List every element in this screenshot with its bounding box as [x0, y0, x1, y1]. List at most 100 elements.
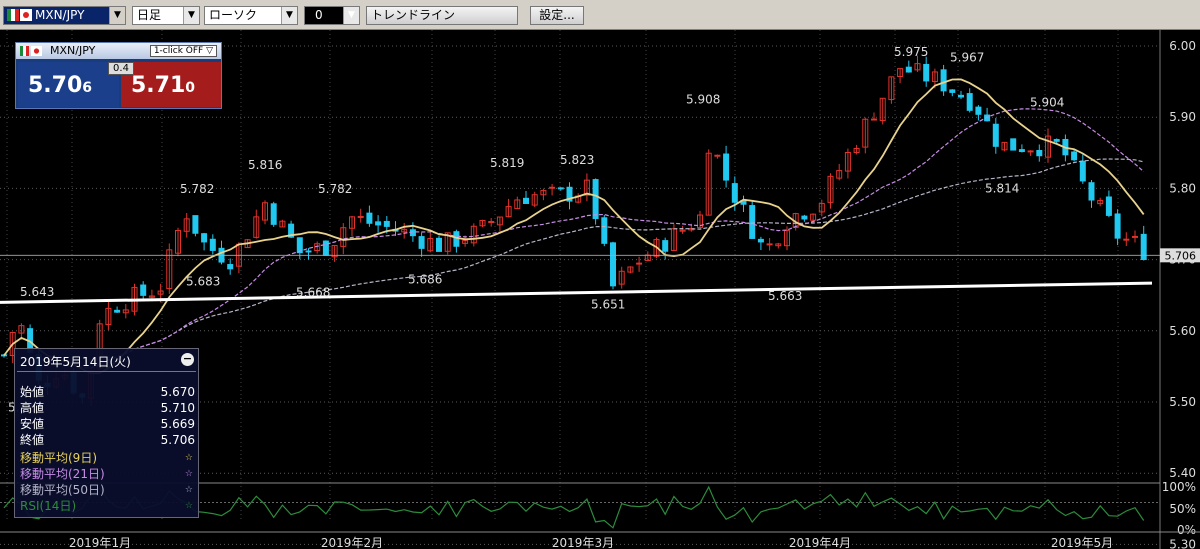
rsi-axis-label: 100% [1162, 480, 1196, 494]
price-annotation: 5.975 [894, 45, 928, 59]
candle-body [714, 154, 721, 157]
settings-button[interactable]: 設定... [530, 6, 584, 25]
candle-body [1053, 139, 1060, 142]
drawing-tool-button[interactable]: トレンドライン [366, 6, 518, 25]
price-axis-label: 5.30 [1169, 537, 1196, 549]
pair-select[interactable]: MXN/JPY ▼ [3, 6, 126, 25]
info-row-high: 高値 5.710 [20, 401, 195, 416]
candle-body [766, 243, 773, 246]
price-annotation: 5.643 [20, 285, 54, 299]
candle-body [1123, 238, 1130, 241]
candle-body [801, 215, 808, 220]
price-annotation: 5.782 [318, 182, 352, 196]
line-width-select-label: 0 [315, 8, 323, 22]
info-label: 高値 [20, 401, 45, 415]
candle-body [975, 106, 982, 115]
candle-body [905, 66, 912, 73]
chevron-down-icon: ▼ [183, 7, 199, 24]
candle-body [731, 183, 738, 203]
ask-price-main: 5.71 [131, 73, 186, 98]
candle-body [488, 220, 495, 223]
candle-body [375, 221, 382, 226]
info-label: 移動平均(21日) [20, 467, 105, 481]
spread-badge: 0.4 [108, 62, 134, 75]
info-row-rsi: RSI(14日) ☆ [20, 499, 195, 514]
star-icon[interactable]: ☆ [185, 499, 193, 514]
candle-body [357, 215, 364, 218]
info-row-close: 終値 5.706 [20, 433, 195, 448]
line-width-select[interactable]: 0 ▼ [304, 6, 360, 25]
date-axis-label: 2019年1月 [69, 536, 131, 549]
info-label: 移動平均(9日) [20, 451, 97, 465]
info-row-ma9: 移動平均(9日) ☆ [20, 451, 195, 466]
date-axis-label: 2019年5月 [1051, 536, 1113, 549]
rsi-axis-label: 0% [1177, 523, 1196, 537]
ask-button[interactable]: 5.710 [121, 62, 221, 107]
price-axis-label: 5.50 [1169, 395, 1196, 409]
star-icon[interactable]: ☆ [185, 467, 193, 482]
candle-body [366, 212, 373, 224]
candle-body [296, 237, 303, 254]
info-value: 5.710 [160, 401, 195, 415]
price-axis-label: 5.80 [1169, 181, 1196, 195]
collapse-icon[interactable]: − [181, 353, 194, 366]
date-axis-label: 2019年2月 [321, 536, 383, 549]
candle-body [958, 94, 964, 98]
candle-body [305, 250, 312, 253]
mexico-japan-flag-icon [20, 46, 42, 56]
candle-body [1140, 233, 1147, 261]
candle-body [209, 238, 216, 251]
ohlc-info-panel: 2019年5月14日(火) − 始値 5.670 高値 5.710 安値 5.669 … [14, 348, 199, 518]
candle-body [966, 93, 973, 111]
price-annotation: 5.819 [490, 156, 524, 170]
quote-panel: MXN/JPY 1-click OFF ▽ 0.4 5.706 5.710 [15, 42, 222, 109]
divider [17, 371, 196, 372]
candle-body [923, 63, 930, 82]
candle-body [1027, 150, 1034, 153]
price-annotation: 5.908 [686, 93, 720, 107]
period-select[interactable]: 日足 ▼ [132, 6, 200, 25]
star-icon[interactable]: ☆ [185, 483, 193, 498]
chevron-down-icon: ▼ [281, 7, 297, 24]
info-value: 5.669 [160, 417, 195, 431]
candle-body [992, 123, 999, 147]
date-axis-label: 2019年4月 [789, 536, 851, 549]
date-axis-label: 2019年3月 [552, 536, 614, 549]
bid-button[interactable]: 5.706 [18, 62, 119, 107]
price-annotation: 5.823 [560, 153, 594, 167]
price-annotation: 5.814 [985, 181, 1019, 195]
star-icon[interactable]: ☆ [185, 451, 193, 466]
current-price-label: 5.706 [1165, 249, 1197, 262]
candle-body [383, 220, 390, 227]
candle-body [1105, 196, 1112, 216]
info-date: 2019年5月14日(火) [20, 355, 131, 369]
one-click-toggle[interactable]: 1-click OFF ▽ [149, 45, 217, 57]
price-axis-label: 5.40 [1169, 466, 1196, 480]
info-label: 始値 [20, 385, 45, 399]
candle-body [1018, 149, 1025, 153]
candle-body [1010, 138, 1017, 151]
info-row-low: 安値 5.669 [20, 417, 195, 432]
price-annotation: 5.663 [768, 289, 802, 303]
candle-body [871, 118, 877, 121]
candle-body [1088, 182, 1095, 201]
period-select-label: 日足 [137, 8, 162, 22]
price-annotation: 5.686 [408, 273, 442, 287]
chart-type-select[interactable]: ローソク ▼ [204, 6, 298, 25]
candle-body [723, 153, 730, 181]
info-label: RSI(14日) [20, 499, 77, 513]
candle-body [1132, 235, 1138, 238]
price-annotation: 5.668 [296, 285, 330, 299]
candle-body [610, 242, 616, 287]
candle-body [1079, 160, 1086, 182]
info-label: 安値 [20, 417, 45, 431]
price-annotation: 5.967 [950, 50, 984, 64]
candle-body [636, 262, 643, 265]
price-annotation: 5.651 [591, 297, 625, 311]
candle-body [227, 264, 234, 270]
candle-body [949, 89, 956, 93]
candle-body [940, 69, 947, 92]
ma21-line [3, 108, 1145, 369]
candle-body [322, 240, 329, 256]
candle-body [409, 229, 416, 237]
